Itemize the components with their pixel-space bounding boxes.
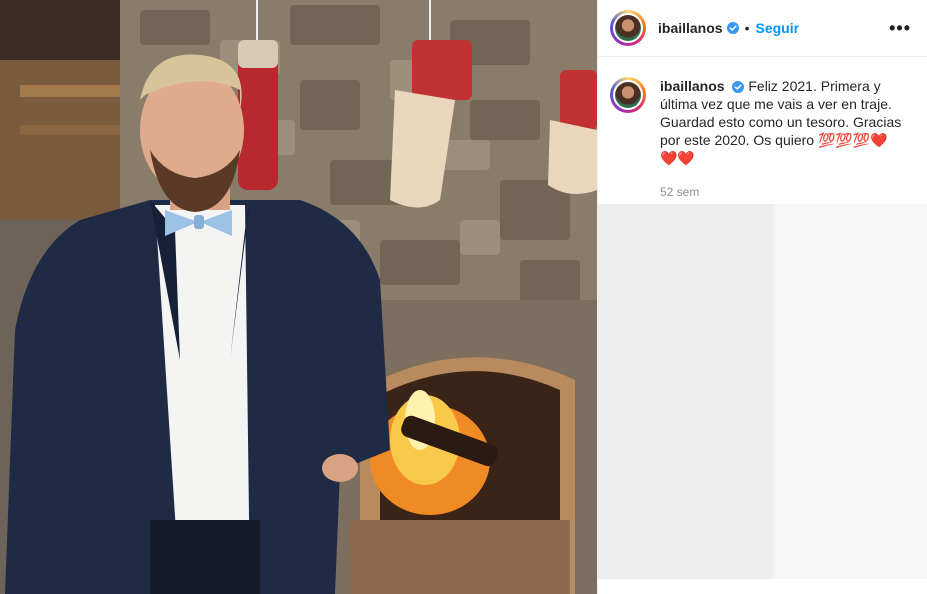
comments-loading-placeholder bbox=[598, 204, 927, 579]
avatar-image bbox=[615, 82, 641, 108]
avatar[interactable] bbox=[610, 10, 646, 46]
avatar-ring bbox=[613, 80, 643, 110]
caption: ibaillanos Feliz 2021. Primera y última … bbox=[598, 57, 927, 201]
avatar-image bbox=[615, 15, 641, 41]
post-photo-image bbox=[0, 0, 597, 594]
caption-username[interactable]: ibaillanos bbox=[660, 78, 725, 94]
post-photo[interactable] bbox=[0, 0, 597, 594]
placeholder-block bbox=[773, 204, 927, 579]
verified-icon bbox=[726, 22, 739, 34]
caption-avatar[interactable] bbox=[610, 77, 646, 113]
post-timestamp[interactable]: 52 sem bbox=[660, 183, 905, 201]
more-options-icon[interactable]: ••• bbox=[889, 18, 911, 39]
post-sidebar: ibaillanos • Seguir ••• ibaillanos Feliz… bbox=[597, 0, 927, 594]
header-separator: • bbox=[744, 20, 750, 36]
avatar-ring bbox=[613, 13, 643, 43]
caption-body: ibaillanos Feliz 2021. Primera y última … bbox=[660, 77, 905, 201]
follow-button[interactable]: Seguir bbox=[755, 20, 799, 36]
instagram-post: ibaillanos • Seguir ••• ibaillanos Feliz… bbox=[0, 0, 927, 594]
header-username[interactable]: ibaillanos bbox=[658, 20, 723, 36]
placeholder-block bbox=[598, 204, 773, 579]
post-header: ibaillanos • Seguir ••• bbox=[598, 0, 927, 57]
verified-icon bbox=[732, 81, 745, 94]
